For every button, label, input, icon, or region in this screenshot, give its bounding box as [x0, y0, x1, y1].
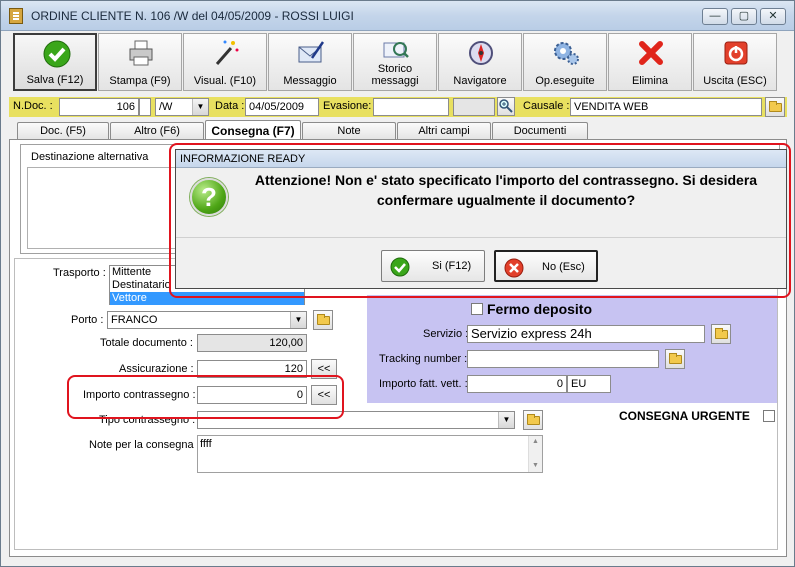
- tracking-field[interactable]: [467, 350, 659, 368]
- evasione-label: Evasione:: [323, 100, 372, 112]
- exit-icon: [724, 41, 748, 65]
- compass-icon: [469, 41, 493, 65]
- delete-x-icon: [639, 41, 663, 65]
- dialog-highlight: [169, 143, 791, 298]
- tab-consegna[interactable]: Consegna (F7): [205, 120, 301, 140]
- check-icon: [43, 40, 71, 68]
- print-button[interactable]: Stampa (F9): [98, 33, 182, 91]
- servizio-label: Servizio :: [423, 328, 469, 340]
- exit-label: Uscita (ESC): [703, 75, 767, 87]
- navigator-button[interactable]: Navigatore: [438, 33, 522, 91]
- maximize-button[interactable]: ▢: [731, 8, 757, 25]
- consegna-urgente-label: CONSEGNA URGENTE: [619, 409, 750, 423]
- message-history-label: Storico messaggi: [371, 63, 419, 87]
- toolbar: Salva (F12) Stampa (F9) Visual. (F10) Me…: [9, 33, 787, 93]
- chevron-down-icon: ▼: [290, 312, 306, 328]
- porto-select[interactable]: FRANCO ▼: [107, 311, 307, 329]
- chevron-down-icon: ▼: [498, 412, 514, 428]
- folder-icon: [527, 414, 540, 425]
- series-value: /W: [159, 101, 173, 113]
- ndoc-spacer: [139, 98, 151, 116]
- zoom-button[interactable]: [497, 97, 515, 116]
- fermo-deposito-label: Fermo deposito: [487, 301, 593, 317]
- search-mail-icon: [383, 42, 409, 58]
- causale-label: Causale :: [523, 100, 570, 112]
- operations-label: Op.eseguite: [535, 75, 595, 87]
- chevron-down-icon: ▼: [192, 99, 208, 115]
- porto-value: FRANCO: [111, 314, 158, 326]
- evasione-field[interactable]: [373, 98, 449, 116]
- totale-field: 120,00: [197, 334, 307, 352]
- causale-field[interactable]: VENDITA WEB: [570, 98, 762, 116]
- printer-icon: [129, 40, 153, 66]
- tab-doc[interactable]: Doc. (F5): [17, 122, 109, 140]
- ndoc-label: N.Doc. :: [13, 100, 53, 112]
- window-title: ORDINE CLIENTE N. 106 /W del 04/05/2009 …: [31, 9, 354, 23]
- delete-label: Elimina: [631, 75, 669, 87]
- save-label: Salva (F12): [26, 74, 84, 86]
- series-select[interactable]: /W ▼: [155, 98, 209, 116]
- tracking-folder-button[interactable]: [665, 349, 685, 369]
- importo-highlight: [67, 375, 344, 419]
- folder-icon: [669, 353, 682, 364]
- preview-label: Visual. (F10): [193, 75, 257, 87]
- importo-fatt-label: Importo fatt. vett. :: [379, 378, 468, 390]
- causale-folder-button[interactable]: [765, 97, 785, 117]
- folder-icon: [715, 328, 728, 339]
- note-consegna-field[interactable]: ffff ▲ ▼: [197, 435, 543, 473]
- message-label: Messaggio: [283, 75, 337, 87]
- header-row: N.Doc. : 106 /W ▼ Data : 04/05/2009 Evasi…: [9, 97, 787, 117]
- dest-alt-box[interactable]: [27, 167, 182, 249]
- save-button[interactable]: Salva (F12): [13, 33, 97, 91]
- zoom-icon: [499, 99, 513, 113]
- tab-bar: Doc. (F5) Altro (F6) Consegna (F7) Note …: [9, 120, 787, 140]
- minimize-button[interactable]: —: [702, 8, 728, 25]
- navigator-label: Navigatore: [453, 75, 507, 87]
- title-bar: ORDINE CLIENTE N. 106 /W del 04/05/2009 …: [1, 1, 794, 31]
- porto-label: Porto :: [71, 314, 104, 326]
- folder-icon: [769, 101, 782, 112]
- message-history-button[interactable]: Storico messaggi: [353, 33, 437, 91]
- tab-documenti[interactable]: Documenti: [492, 122, 588, 140]
- message-button[interactable]: Messaggio: [268, 33, 352, 91]
- porto-folder-button[interactable]: [313, 310, 333, 330]
- magic-wand-icon: [215, 40, 239, 65]
- main-window: ORDINE CLIENTE N. 106 /W del 04/05/2009 …: [0, 0, 795, 567]
- data-label: Data :: [215, 100, 245, 112]
- currency-field[interactable]: EU: [567, 375, 611, 393]
- gears-icon: [554, 42, 579, 65]
- importo-fatt-field[interactable]: 0: [467, 375, 567, 393]
- tracking-label: Tracking number :: [379, 353, 468, 365]
- tab-note[interactable]: Note: [302, 122, 396, 140]
- close-button[interactable]: ✕: [760, 8, 786, 25]
- envelope-icon: [298, 41, 325, 63]
- ndoc-field[interactable]: 106: [59, 98, 139, 116]
- dest-alt-label: Destinazione alternativa: [29, 151, 151, 163]
- servizio-folder-button[interactable]: [711, 324, 731, 344]
- fermo-deposito-checkbox[interactable]: [471, 303, 483, 315]
- evasione-extra-field: [453, 98, 495, 116]
- date-field[interactable]: 04/05/2009: [245, 98, 319, 116]
- tab-altro[interactable]: Altro (F6): [110, 122, 204, 140]
- note-consegna-value: ffff: [200, 438, 212, 450]
- note-scrollbar[interactable]: ▲ ▼: [528, 436, 542, 472]
- app-icon: [9, 8, 23, 24]
- exit-button[interactable]: Uscita (ESC): [693, 33, 777, 91]
- trasporto-label: Trasporto :: [53, 267, 106, 279]
- servizio-field[interactable]: Servizio express 24h: [467, 325, 705, 343]
- print-label: Stampa (F9): [109, 75, 171, 87]
- delete-button[interactable]: Elimina: [608, 33, 692, 91]
- vettore-panel: Fermo deposito Servizio : Servizio expre…: [367, 295, 777, 403]
- assicurazione-label: Assicurazione :: [119, 363, 194, 375]
- operations-button[interactable]: Op.eseguite: [523, 33, 607, 91]
- tipo-folder-button[interactable]: [523, 410, 543, 430]
- folder-icon: [317, 314, 330, 325]
- note-consegna-label: Note per la consegna: [89, 439, 194, 451]
- totale-label: Totale documento :: [100, 337, 193, 349]
- consegna-urgente-checkbox[interactable]: [763, 410, 775, 422]
- preview-button[interactable]: Visual. (F10): [183, 33, 267, 91]
- tab-altri-campi[interactable]: Altri campi: [397, 122, 491, 140]
